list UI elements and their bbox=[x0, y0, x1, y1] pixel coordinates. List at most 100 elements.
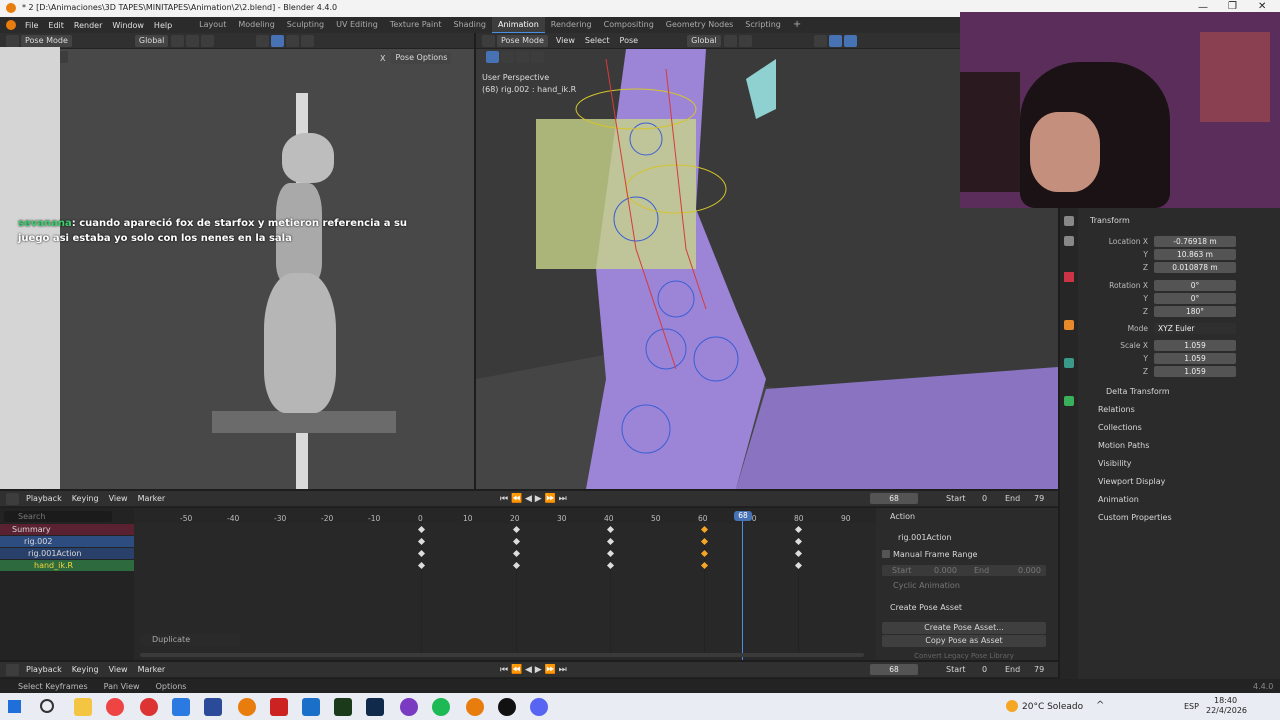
orientation-dropdown-2[interactable]: Global bbox=[687, 34, 721, 47]
timeline-keying-menu[interactable]: Keying bbox=[67, 665, 104, 674]
orientation-dropdown[interactable]: Global bbox=[134, 34, 169, 47]
search-icon[interactable] bbox=[40, 699, 54, 713]
menu-select[interactable]: Select bbox=[580, 36, 615, 45]
material-shading-icon[interactable] bbox=[286, 34, 300, 47]
substance-icon[interactable] bbox=[334, 698, 352, 716]
render-tab-icon[interactable] bbox=[1064, 236, 1074, 246]
rotation-mode-dropdown[interactable]: XYZ Euler bbox=[1154, 323, 1236, 334]
channel-search-input[interactable]: Search bbox=[4, 511, 112, 522]
keying-menu[interactable]: Keying bbox=[67, 494, 104, 503]
location-y-field[interactable]: 10.863 m bbox=[1154, 249, 1236, 260]
chrome-icon[interactable] bbox=[106, 698, 124, 716]
editor-type-icon-2[interactable] bbox=[482, 34, 495, 47]
viewport-display-section[interactable]: Viewport Display bbox=[1098, 473, 1165, 491]
transform-section-header[interactable]: Transform bbox=[1090, 212, 1130, 230]
action-name-field[interactable]: rig.001Action bbox=[898, 533, 951, 542]
mode-dropdown-2[interactable]: Pose Mode bbox=[497, 34, 548, 47]
pose-options-dropdown[interactable]: Pose Options bbox=[391, 52, 452, 64]
timeline-view-menu[interactable]: View bbox=[104, 665, 133, 674]
data-tab-icon[interactable] bbox=[1064, 396, 1074, 406]
blender-task-icon[interactable] bbox=[238, 698, 256, 716]
horizontal-scrollbar[interactable] bbox=[140, 653, 864, 657]
timeline-editor-icon[interactable] bbox=[6, 663, 19, 676]
bone-tab-icon[interactable] bbox=[1064, 358, 1074, 368]
tab-uv-editing[interactable]: UV Editing bbox=[330, 17, 384, 33]
tab-modeling[interactable]: Modeling bbox=[232, 17, 280, 33]
menu-edit[interactable]: Edit bbox=[43, 21, 69, 30]
obs-studio-icon[interactable] bbox=[498, 698, 516, 716]
add-workspace-icon[interactable]: + bbox=[787, 17, 807, 33]
proportional-icon[interactable] bbox=[201, 34, 215, 47]
menu-window[interactable]: Window bbox=[107, 21, 149, 30]
clock-date[interactable]: 22/4/2026 bbox=[1206, 706, 1247, 715]
tab-sculpting[interactable]: Sculpting bbox=[281, 17, 330, 33]
create-pose-asset-button[interactable]: Create Pose Asset... bbox=[882, 622, 1046, 634]
language-indicator[interactable]: ESP bbox=[1184, 702, 1199, 711]
gizmo-icon[interactable] bbox=[828, 34, 842, 47]
spotify-icon[interactable] bbox=[432, 698, 450, 716]
playback-menu[interactable]: Playback bbox=[21, 494, 67, 503]
view-menu[interactable]: View bbox=[104, 494, 133, 503]
weather-icon[interactable] bbox=[1006, 700, 1018, 712]
collections-section[interactable]: Collections bbox=[1098, 419, 1142, 437]
custom-properties-section[interactable]: Custom Properties bbox=[1098, 509, 1172, 527]
solid-shading-icon[interactable] bbox=[271, 34, 285, 47]
start-icon[interactable] bbox=[8, 700, 21, 713]
menu-file[interactable]: File bbox=[20, 21, 43, 30]
tab-geometry-nodes[interactable]: Geometry Nodes bbox=[660, 17, 739, 33]
tab-layout[interactable]: Layout bbox=[193, 17, 232, 33]
timeline-playback-menu[interactable]: Playback bbox=[21, 665, 67, 674]
tray-chevron-icon[interactable]: ^ bbox=[1096, 700, 1104, 711]
snap-icon[interactable] bbox=[186, 34, 200, 47]
range-start-value[interactable]: 0.000 bbox=[934, 566, 957, 575]
object-tab-icon[interactable] bbox=[1064, 320, 1074, 330]
blender-menu-icon[interactable] bbox=[6, 20, 16, 30]
weather-text[interactable]: 20°C Soleado bbox=[1022, 702, 1083, 712]
animation-section[interactable]: Animation bbox=[1098, 491, 1139, 509]
copy-pose-as-asset-button[interactable]: Copy Pose as Asset bbox=[882, 635, 1046, 647]
playhead-frame-badge[interactable]: 68 bbox=[734, 511, 752, 521]
scale-z-field[interactable]: 1.059 bbox=[1154, 366, 1236, 377]
app-icon[interactable] bbox=[204, 698, 222, 716]
tab-scripting[interactable]: Scripting bbox=[739, 17, 787, 33]
channel-summary[interactable]: Summary bbox=[0, 524, 134, 535]
edge-icon[interactable] bbox=[172, 698, 190, 716]
end-value[interactable]: 79 bbox=[1034, 494, 1044, 503]
rotation-x-field[interactable]: 0° bbox=[1154, 280, 1236, 291]
pivot-icon-2[interactable] bbox=[723, 34, 737, 47]
tab-rendering[interactable]: Rendering bbox=[545, 17, 598, 33]
rendered-shading-icon[interactable] bbox=[301, 34, 315, 47]
timeline-start-value[interactable]: 0 bbox=[982, 665, 987, 674]
blender-active-icon[interactable] bbox=[466, 698, 484, 716]
menu-view[interactable]: View bbox=[551, 36, 580, 45]
playback-controls[interactable]: ⏮ ⏪ ◀ ▶ ⏩ ⏭ bbox=[500, 494, 567, 504]
visibility-icon[interactable] bbox=[813, 34, 827, 47]
delta-transform-header[interactable]: Delta Transform bbox=[1106, 383, 1170, 401]
overlay-icon[interactable] bbox=[843, 34, 857, 47]
vegas-icon[interactable] bbox=[366, 698, 384, 716]
tab-shading[interactable]: Shading bbox=[447, 17, 492, 33]
menu-pose[interactable]: Pose bbox=[615, 36, 644, 45]
channel-hand-ik[interactable]: hand_ik.R bbox=[0, 560, 134, 571]
close-icon[interactable]: ✕ bbox=[1258, 1, 1266, 12]
start-value[interactable]: 0 bbox=[982, 494, 987, 503]
tab-compositing[interactable]: Compositing bbox=[598, 17, 660, 33]
rotation-y-field[interactable]: 0° bbox=[1154, 293, 1236, 304]
snap-icon-2[interactable] bbox=[738, 34, 752, 47]
range-end-value[interactable]: 0.000 bbox=[1018, 566, 1041, 575]
tool-tab-icon[interactable] bbox=[1064, 216, 1074, 226]
tab-animation[interactable]: Animation bbox=[491, 17, 545, 33]
create-pose-asset-header[interactable]: Create Pose Asset bbox=[890, 599, 962, 617]
discord-icon[interactable] bbox=[530, 698, 548, 716]
current-frame-field[interactable]: 68 bbox=[870, 493, 918, 504]
photos-icon[interactable] bbox=[302, 698, 320, 716]
clock-time[interactable]: 18:40 bbox=[1214, 696, 1237, 705]
mirror-x-label[interactable]: X bbox=[380, 54, 385, 63]
restore-icon[interactable]: ❐ bbox=[1228, 1, 1237, 12]
pivot-icon[interactable] bbox=[171, 34, 185, 47]
scene-tab-icon[interactable] bbox=[1064, 272, 1074, 282]
explorer-icon[interactable] bbox=[74, 698, 92, 716]
relations-section[interactable]: Relations bbox=[1098, 401, 1135, 419]
obs-icon[interactable] bbox=[270, 698, 288, 716]
action-panel-header[interactable]: Action bbox=[890, 508, 915, 526]
